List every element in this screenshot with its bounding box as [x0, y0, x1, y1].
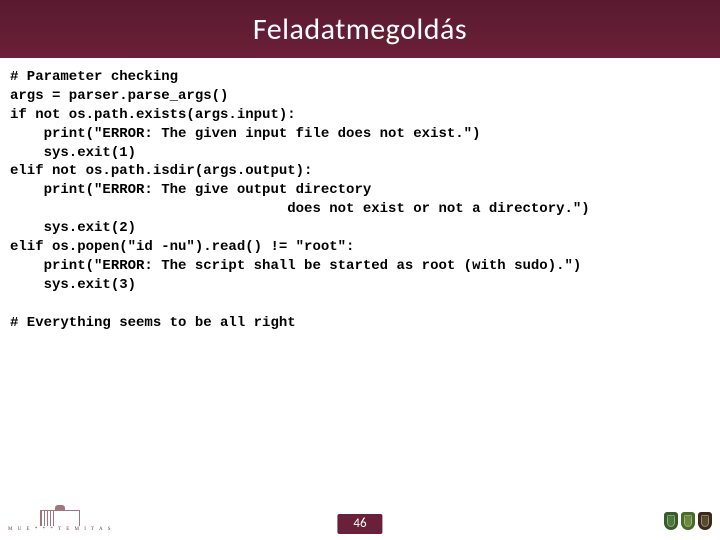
content-area: # Parameter checking args = parser.parse… — [0, 58, 720, 506]
university-logo-text: M U E * * * T E M I T A S — [8, 527, 112, 532]
crest-group — [664, 512, 712, 530]
university-logo: M U E * * * T E M I T A S — [8, 510, 112, 532]
slide-title: Feladatmegoldás — [253, 11, 467, 48]
code-block: # Parameter checking args = parser.parse… — [10, 68, 710, 332]
crest-icon — [698, 512, 712, 530]
slide: Feladatmegoldás # Parameter checking arg… — [0, 0, 720, 540]
title-bar: Feladatmegoldás — [0, 0, 720, 58]
building-icon — [40, 510, 80, 526]
page-number: 46 — [337, 514, 382, 534]
crest-icon — [664, 512, 678, 530]
footer: M U E * * * T E M I T A S 46 — [0, 506, 720, 540]
crest-icon — [681, 512, 695, 530]
